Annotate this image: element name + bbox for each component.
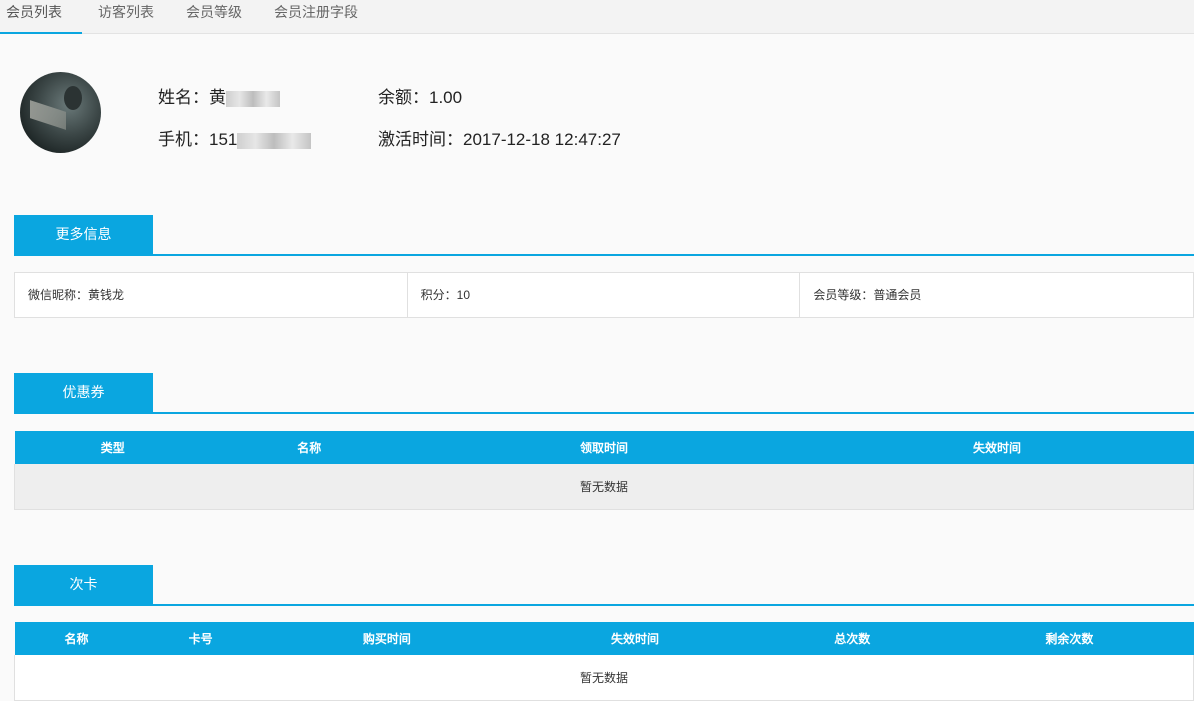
more-info-title: 更多信息 bbox=[14, 215, 153, 254]
member-balance: 余额：1.00 bbox=[378, 88, 463, 107]
punch-cards-title: 次卡 bbox=[14, 565, 153, 604]
member-profile: 姓名：黄 余额：1.00 手机：151 激活时间：2017-12-18 12:4… bbox=[20, 72, 1170, 162]
top-tab-bar: 会员列表 访客列表 会员等级 会员注册字段 bbox=[0, 0, 1194, 34]
card-col-name: 名称 bbox=[14, 622, 139, 655]
card-col-number: 卡号 bbox=[138, 622, 263, 655]
avatar-photo-detail bbox=[30, 100, 66, 130]
punch-cards-empty: 暂无数据 bbox=[14, 655, 1194, 701]
coupons-header: 优惠券 bbox=[14, 373, 1194, 414]
member-phone-label: 手机：151 bbox=[158, 130, 238, 149]
member-phone: 手机：151 bbox=[158, 125, 312, 150]
punch-cards-header: 次卡 bbox=[14, 565, 1194, 606]
member-name-label: 姓名：黄 bbox=[158, 88, 226, 107]
punch-cards-table: 名称 卡号 购买时间 失效时间 总次数 剩余次数 暂无数据 bbox=[14, 622, 1194, 701]
avatar bbox=[20, 72, 101, 153]
coupons-table: 类型 名称 领取时间 失效时间 暂无数据 bbox=[14, 431, 1194, 510]
avatar-photo-figure bbox=[64, 86, 82, 110]
member-activation-time: 激活时间：2017-12-18 12:47:27 bbox=[378, 130, 621, 149]
more-info-grid: 微信昵称：黄钱龙 积分：10 会员等级：普通会员 bbox=[14, 272, 1194, 318]
tab-visitor-list[interactable]: 访客列表 bbox=[82, 0, 170, 34]
more-info-header: 更多信息 bbox=[14, 215, 1194, 256]
card-col-purchase-time: 购买时间 bbox=[262, 622, 511, 655]
wechat-nickname: 微信昵称：黄钱龙 bbox=[15, 273, 408, 317]
coupon-col-type: 类型 bbox=[14, 431, 212, 464]
tab-member-level[interactable]: 会员等级 bbox=[170, 0, 258, 34]
card-col-remaining-count: 剩余次数 bbox=[945, 622, 1194, 655]
coupons-empty: 暂无数据 bbox=[14, 464, 1194, 510]
card-col-total-count: 总次数 bbox=[759, 622, 946, 655]
coupon-col-expire-time: 失效时间 bbox=[800, 431, 1194, 464]
card-col-expire-time: 失效时间 bbox=[510, 622, 760, 655]
tab-member-list[interactable]: 会员列表 bbox=[0, 0, 82, 34]
redacted-phone bbox=[237, 132, 312, 149]
redacted-name bbox=[226, 90, 280, 107]
member-points: 积分：10 bbox=[408, 273, 801, 317]
coupon-col-name: 名称 bbox=[211, 431, 408, 464]
coupons-title: 优惠券 bbox=[14, 373, 153, 412]
coupon-col-received-time: 领取时间 bbox=[407, 431, 801, 464]
member-name: 姓名：黄 bbox=[158, 83, 280, 108]
tab-member-registration-fields[interactable]: 会员注册字段 bbox=[258, 0, 374, 34]
member-level: 会员等级：普通会员 bbox=[813, 288, 922, 302]
